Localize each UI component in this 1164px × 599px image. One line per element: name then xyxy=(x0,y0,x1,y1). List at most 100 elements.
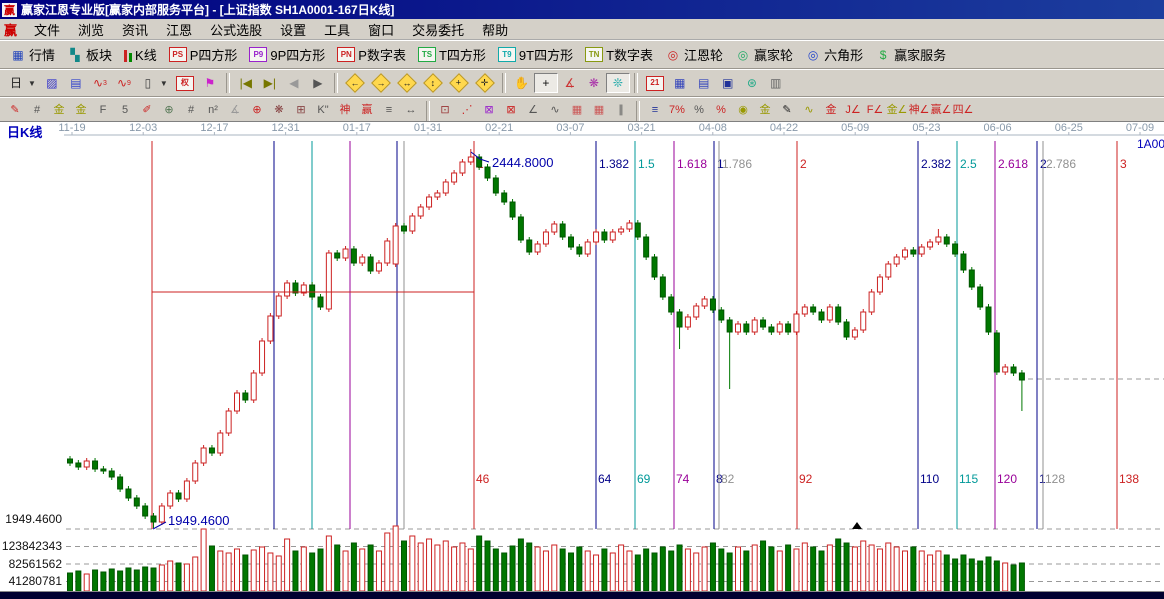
width-measure-tool[interactable]: ↔ xyxy=(400,101,422,120)
red-grid2-tool[interactable]: ▦ xyxy=(588,101,610,120)
gold-line-tool[interactable]: 金 xyxy=(754,101,776,120)
angle-line-tool[interactable]: ∠ xyxy=(522,101,544,120)
print-button[interactable]: ▥ xyxy=(764,73,788,93)
t-number-button[interactable]: TN T数字表 xyxy=(579,43,659,66)
gann-circle-tool[interactable]: ⊕ xyxy=(158,101,180,120)
first-page-button[interactable]: |◀ xyxy=(234,73,258,93)
market-quote-button[interactable]: ▦ 行情 xyxy=(4,43,61,66)
percent-tool[interactable]: % xyxy=(688,101,710,120)
menu-item-2[interactable]: 资讯 xyxy=(113,22,157,39)
expand-v-diamond[interactable]: ↕ xyxy=(420,72,446,94)
last-page-button[interactable]: ▶| xyxy=(258,73,282,93)
fan-box-red-tool[interactable]: ⊠ xyxy=(500,101,522,120)
fan-box-purple-tool[interactable]: ⊠ xyxy=(478,101,500,120)
angle-measure-button[interactable]: ∡ xyxy=(558,73,582,93)
prev-page-button[interactable]: ◀ xyxy=(282,73,306,93)
pen-ruler-tool[interactable]: ✐ xyxy=(136,101,158,120)
p-number-button[interactable]: PN P数字表 xyxy=(331,43,412,66)
ruler-tool[interactable]: # xyxy=(180,101,202,120)
spiral-grid-tool[interactable]: 5 xyxy=(114,101,136,120)
flag-chart-icon[interactable]: ⚑ xyxy=(198,73,222,93)
grid-ruler-tool[interactable]: # xyxy=(26,101,48,120)
shen-angle-tool[interactable]: 神∠ xyxy=(908,101,930,120)
menu-item-1[interactable]: 浏览 xyxy=(69,22,113,39)
ying-angle-tool[interactable]: 赢∠ xyxy=(930,101,952,120)
save-button[interactable]: ▣ xyxy=(716,73,740,93)
period-day-dropdown[interactable]: 日 ▼ xyxy=(4,73,40,93)
menu-item-5[interactable]: 设置 xyxy=(271,22,315,39)
t-square-button[interactable]: TS T四方形 xyxy=(412,43,492,66)
gann-web-tool-button[interactable]: ❋ xyxy=(582,73,606,93)
gold-wave-tool[interactable]: ∿ xyxy=(798,101,820,120)
volume-bar xyxy=(501,552,508,592)
chart9-icon[interactable]: ∿ 9 xyxy=(112,73,136,93)
notes-button[interactable]: ▤ xyxy=(692,73,716,93)
expand-h-diamond[interactable]: ↔ xyxy=(394,72,420,94)
reset-diamond[interactable]: ✛ xyxy=(472,72,498,94)
price-scale-tool[interactable]: ≡ xyxy=(644,101,666,120)
sector-button[interactable]: ▚ 板块 xyxy=(61,43,118,66)
f-angle-tool[interactable]: F∠ xyxy=(864,101,886,120)
winner-wheel-button[interactable]: ◎ 赢家轮 xyxy=(729,43,799,66)
hand-tool-button[interactable]: ✋ xyxy=(510,73,534,93)
calculator-button[interactable]: ▦ xyxy=(668,73,692,93)
web-tool[interactable]: ❋ xyxy=(268,101,290,120)
pen-tool[interactable]: ✎ xyxy=(4,101,26,120)
gold-circle-tool[interactable]: ◉ xyxy=(732,101,754,120)
p9-square-button[interactable]: P9 9P四方形 xyxy=(243,43,331,66)
menu-item-3[interactable]: 江恩 xyxy=(157,22,201,39)
shift-left-diamond[interactable]: ← xyxy=(342,72,368,94)
hexagon-button[interactable]: ◎ 六角形 xyxy=(799,43,869,66)
gold-grid2-tool[interactable]: 金 xyxy=(70,101,92,120)
volume-bar xyxy=(818,550,825,592)
ying-ruler-tool[interactable]: 赢 xyxy=(356,101,378,120)
number-ruler-tool[interactable]: ≡ xyxy=(378,101,400,120)
candle-body xyxy=(718,309,725,321)
center-diamond[interactable]: + xyxy=(446,72,472,94)
menu-item-8[interactable]: 交易委托 xyxy=(403,22,473,39)
fan-tool[interactable]: ⋰ xyxy=(456,101,478,120)
indicator-icon[interactable]: ▨ xyxy=(40,73,64,93)
web-square-tool[interactable]: ⊞ xyxy=(290,101,312,120)
chart3-icon[interactable]: ∿ 3 xyxy=(88,73,112,93)
kline-button[interactable]: K线 xyxy=(118,43,163,66)
t9-square-button[interactable]: T9 9T四方形 xyxy=(492,43,579,66)
zigzag-tool[interactable]: ∿ xyxy=(544,101,566,120)
gold-grid-tool[interactable]: 金 xyxy=(48,101,70,120)
calendar-button[interactable]: 21 xyxy=(642,74,668,93)
gold-angle-tool[interactable]: 金∠ xyxy=(886,101,908,120)
pen-candle-tool[interactable]: ✎ xyxy=(776,101,798,120)
winner-service-button[interactable]: $ 赢家服务 xyxy=(869,43,952,66)
gann-wheel-button[interactable]: ◎ 江恩轮 xyxy=(659,43,729,66)
menu-item-7[interactable]: 窗口 xyxy=(359,22,403,39)
parallel-line-tool[interactable]: ∥ xyxy=(610,101,632,120)
shen-ruler-tool[interactable]: 神 xyxy=(334,101,356,120)
candle-type-dropdown[interactable]: ▯ ▼ xyxy=(136,73,172,93)
info-list-icon[interactable]: ▤ xyxy=(64,73,88,93)
target-tool[interactable]: ⊕ xyxy=(246,101,268,120)
fib-grid-tool[interactable]: F xyxy=(92,101,114,120)
menu-item-9[interactable]: 帮助 xyxy=(473,22,517,39)
p-square-button[interactable]: PS P四方形 xyxy=(163,43,244,66)
exright-icon[interactable]: 权 xyxy=(172,74,198,93)
n2-tool[interactable]: n² xyxy=(202,101,224,120)
percent7-tool[interactable]: 7% xyxy=(666,101,688,120)
chart-canvas[interactable]: 11-19 12-03 12-17 12-31 01-17 01-31 02-21 03-07… xyxy=(0,122,1164,592)
network-button[interactable]: ⊛ xyxy=(740,73,764,93)
kwave-tool[interactable]: K" xyxy=(312,101,334,120)
box-fan-tool[interactable]: ⊡ xyxy=(434,101,456,120)
j-angle-tool[interactable]: J∠ xyxy=(842,101,864,120)
red-grid-tool[interactable]: ▦ xyxy=(566,101,588,120)
menu-item-4[interactable]: 公式选股 xyxy=(201,22,271,39)
shift-right-diamond[interactable]: → xyxy=(368,72,394,94)
menu-item-6[interactable]: 工具 xyxy=(315,22,359,39)
window-title: 赢家江恩专业版[赢家内部服务平台] - [上证指数 SH1A0001-167日K… xyxy=(21,3,395,17)
angle-tool[interactable]: ∡ xyxy=(224,101,246,120)
crosshair-tool-button[interactable]: + xyxy=(533,73,558,93)
si-angle-tool[interactable]: 四∠ xyxy=(952,101,974,120)
gold-line-red-tool[interactable]: 金 xyxy=(820,101,842,120)
next-page-button[interactable]: ▶ xyxy=(306,73,330,93)
gann-sphere-tool-button[interactable]: ❊ xyxy=(605,73,630,93)
percent-line-tool[interactable]: % xyxy=(710,101,732,120)
menu-item-0[interactable]: 文件 xyxy=(25,22,69,39)
